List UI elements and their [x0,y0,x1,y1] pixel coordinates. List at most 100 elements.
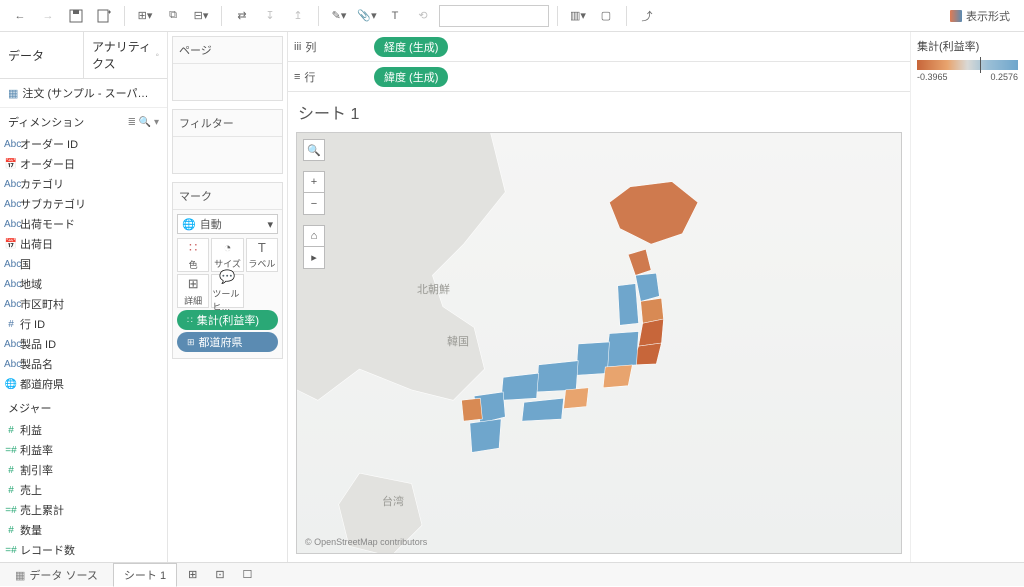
clear-button[interactable]: ⊟▾ [189,4,213,28]
dimension-field[interactable]: Abc出荷モード [0,214,167,234]
pages-shelf[interactable]: ページ [172,36,283,101]
measures-list: #利益=#利益率#割引率#売上=#売上累計#数量=#レコード数🌐経度 (生成)🌐… [0,420,167,562]
tab-datasource[interactable]: ▦データ ソース [4,563,109,587]
viz-area: iii列 経度 (生成) ≡行 緯度 (生成) シート 1 🔍 + − ⌂ ▸ … [288,32,910,562]
tab-sheet1[interactable]: シート 1 [113,563,177,587]
measure-field[interactable]: =#レコード数 [0,540,167,560]
map-home-button[interactable]: ⌂ [303,225,325,247]
marks-color-pill[interactable]: ∷集計(利益率) [177,310,278,330]
forward-button[interactable]: → [36,4,60,28]
new-datasource-button[interactable] [92,4,116,28]
measure-field[interactable]: #利益 [0,420,167,440]
sort-desc-button[interactable]: ↥ [286,4,310,28]
field-label: 地域 [20,276,42,292]
map-canvas[interactable]: 🔍 + − ⌂ ▸ 北朝鮮 韓国 台湾 © OpenStreetMap cont… [296,132,902,554]
mark-type-dropdown[interactable]: 🌐自動 ▾ [177,214,278,234]
undo-button[interactable]: ⟲ [411,4,435,28]
filters-title: フィルター [173,110,282,137]
swap-button[interactable]: ⇄ [230,4,254,28]
dimension-field[interactable]: Abcカテゴリ [0,174,167,194]
label-icon: T [258,240,266,255]
mark-color-button[interactable]: ∷色 [177,238,209,272]
dimension-field[interactable]: 📅オーダー日 [0,154,167,174]
field-type-icon: =# [4,545,18,556]
field-type-icon: Abc [4,219,18,230]
group-button[interactable]: 📎▾ [355,4,379,28]
rows-shelf[interactable]: ≡行 緯度 (生成) [288,62,910,92]
top-toolbar: ← → ⊞▾ ⧉ ⊟▾ ⇄ ↧ ↥ ✎▾ 📎▾ T ⟲ ▥▾ ▢ ⤴ 表示形式 [0,0,1024,32]
sort-asc-button[interactable]: ↧ [258,4,282,28]
field-label: 出荷日 [20,236,53,252]
text-button[interactable]: T [383,4,407,28]
dimension-field[interactable]: Abc製品 ID [0,334,167,354]
shelf-pane: ページ フィルター マーク 🌐自動 ▾ ∷色 ◔サイズ Tラベル ⊞詳細 💬ツー… [168,32,288,562]
field-label: 製品名 [20,356,53,372]
field-label: 市区町村 [20,296,64,312]
dimension-field[interactable]: Abc国 [0,254,167,274]
datasource-name: 注文 (サンプル - スーパー… [22,85,159,101]
marks-title: マーク [173,183,282,210]
map-tools-button[interactable]: ▸ [303,247,325,269]
chevron-down-icon: ▾ [267,218,273,231]
map-attribution: © OpenStreetMap contributors [305,537,427,547]
new-dashboard-button[interactable]: ⊡ [208,564,231,585]
map-search-button[interactable]: 🔍 [303,139,325,161]
color-pill-icon: ∷ [187,315,193,326]
show-me-button[interactable]: 表示形式 [944,6,1016,26]
columns-pill[interactable]: 経度 (生成) [374,37,448,57]
new-worksheet-button[interactable]: ⊞▾ [133,4,157,28]
measure-field[interactable]: 🌐経度 (生成) [0,560,167,562]
measure-field[interactable]: #数量 [0,520,167,540]
marks-card: マーク 🌐自動 ▾ ∷色 ◔サイズ Tラベル ⊞詳細 💬ツールヒ… ∷集計(利益… [172,182,283,359]
field-type-icon: Abc [4,179,18,190]
mark-size-button[interactable]: ◔サイズ [211,238,243,272]
duplicate-button[interactable]: ⧉ [161,4,185,28]
field-label: 都道府県 [20,376,64,392]
zoom-in-button[interactable]: + [303,171,325,193]
dimension-field[interactable]: 📅出荷日 [0,234,167,254]
share-button[interactable]: ⤴ [635,4,659,28]
data-pane: データ アナリティクス◦ ▦ 注文 (サンプル - スーパー… ディメンション … [0,32,168,562]
mark-detail-button[interactable]: ⊞詳細 [177,274,209,308]
marks-detail-pill[interactable]: ⊞都道府県 [177,332,278,352]
filters-shelf[interactable]: フィルター [172,109,283,174]
measure-field[interactable]: =#利益率 [0,440,167,460]
dimension-field[interactable]: Abcオーダー ID [0,134,167,154]
dimension-field[interactable]: 🌐都道府県 [0,374,167,394]
zoom-out-button[interactable]: − [303,193,325,215]
color-icon: ∷ [189,240,197,256]
tab-data[interactable]: データ [0,32,83,78]
new-story-button[interactable]: ☐ [236,564,260,585]
dimension-field[interactable]: #行 ID [0,314,167,334]
field-type-icon: # [4,485,18,496]
back-button[interactable]: ← [8,4,32,28]
fix-axes-button[interactable]: ▥▾ [566,4,590,28]
presentation-button[interactable]: ▢ [594,4,618,28]
dimension-field[interactable]: Abc製品名 [0,354,167,374]
measure-field[interactable]: #売上 [0,480,167,500]
field-label: 行 ID [20,316,45,332]
save-button[interactable] [64,4,88,28]
dimension-field[interactable]: Abc地域 [0,274,167,294]
measure-field[interactable]: #割引率 [0,460,167,480]
dimension-field[interactable]: Abcサブカテゴリ [0,194,167,214]
dimensions-header: ディメンション ≣ 🔍 ▾ [0,108,167,134]
mark-label-button[interactable]: Tラベル [246,238,278,272]
columns-shelf[interactable]: iii列 経度 (生成) [288,32,910,62]
color-legend[interactable]: 集計(利益率) -0.3965 0.2576 [910,32,1024,562]
fit-dropdown[interactable] [439,5,549,27]
datasource-row[interactable]: ▦ 注文 (サンプル - スーパー… [0,79,167,108]
field-label: レコード数 [20,542,75,558]
highlight-button[interactable]: ✎▾ [327,4,351,28]
detail-icon: ⊞ [188,276,199,292]
dimension-field[interactable]: Abc市区町村 [0,294,167,314]
field-type-icon: 📅 [4,239,18,250]
new-sheet-button[interactable]: ⊞ [181,564,204,585]
rows-pill[interactable]: 緯度 (生成) [374,67,448,87]
field-type-icon: Abc [4,139,18,150]
dimensions-menu-icon[interactable]: ≣ 🔍 ▾ [128,117,159,128]
tab-analytics[interactable]: アナリティクス◦ [83,32,167,78]
measure-field[interactable]: =#売上累計 [0,500,167,520]
sheet-title[interactable]: シート 1 [288,92,910,128]
mark-tooltip-button[interactable]: 💬ツールヒ… [211,274,243,308]
